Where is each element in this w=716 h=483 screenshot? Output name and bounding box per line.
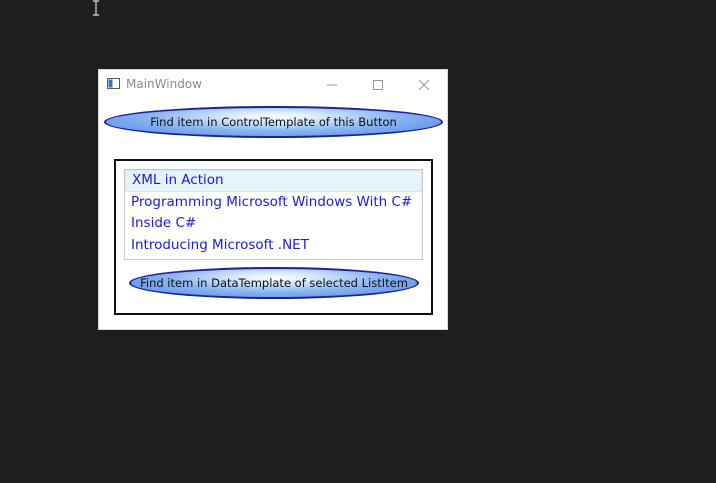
listbox-container: XML in Action Programming Microsoft Wind… — [114, 159, 433, 315]
minimize-icon — [327, 84, 337, 86]
app-window-icon — [107, 78, 120, 89]
find-in-datatemplate-button[interactable]: Find item in DataTemplate of selected Li… — [129, 267, 419, 299]
list-item[interactable]: XML in Action — [125, 170, 422, 192]
list-item[interactable]: Introducing Microsoft .NET — [125, 235, 422, 257]
main-window: MainWindow Find item in ControlTemplate … — [98, 69, 448, 330]
ibeam-cursor-icon — [93, 0, 99, 16]
window-title: MainWindow — [126, 77, 202, 91]
list-item[interactable]: Inside C# — [125, 213, 422, 235]
maximize-icon — [373, 80, 383, 90]
find-in-controltemplate-button[interactable]: Find item in ControlTemplate of this But… — [104, 106, 443, 138]
list-item[interactable]: Programming Microsoft Windows With C# — [125, 192, 422, 214]
minimize-button[interactable] — [309, 70, 355, 100]
maximize-button[interactable] — [355, 70, 401, 100]
close-icon — [419, 80, 429, 90]
book-listbox[interactable]: XML in Action Programming Microsoft Wind… — [124, 169, 423, 260]
title-bar[interactable]: MainWindow — [99, 70, 447, 100]
close-button[interactable] — [401, 70, 447, 100]
